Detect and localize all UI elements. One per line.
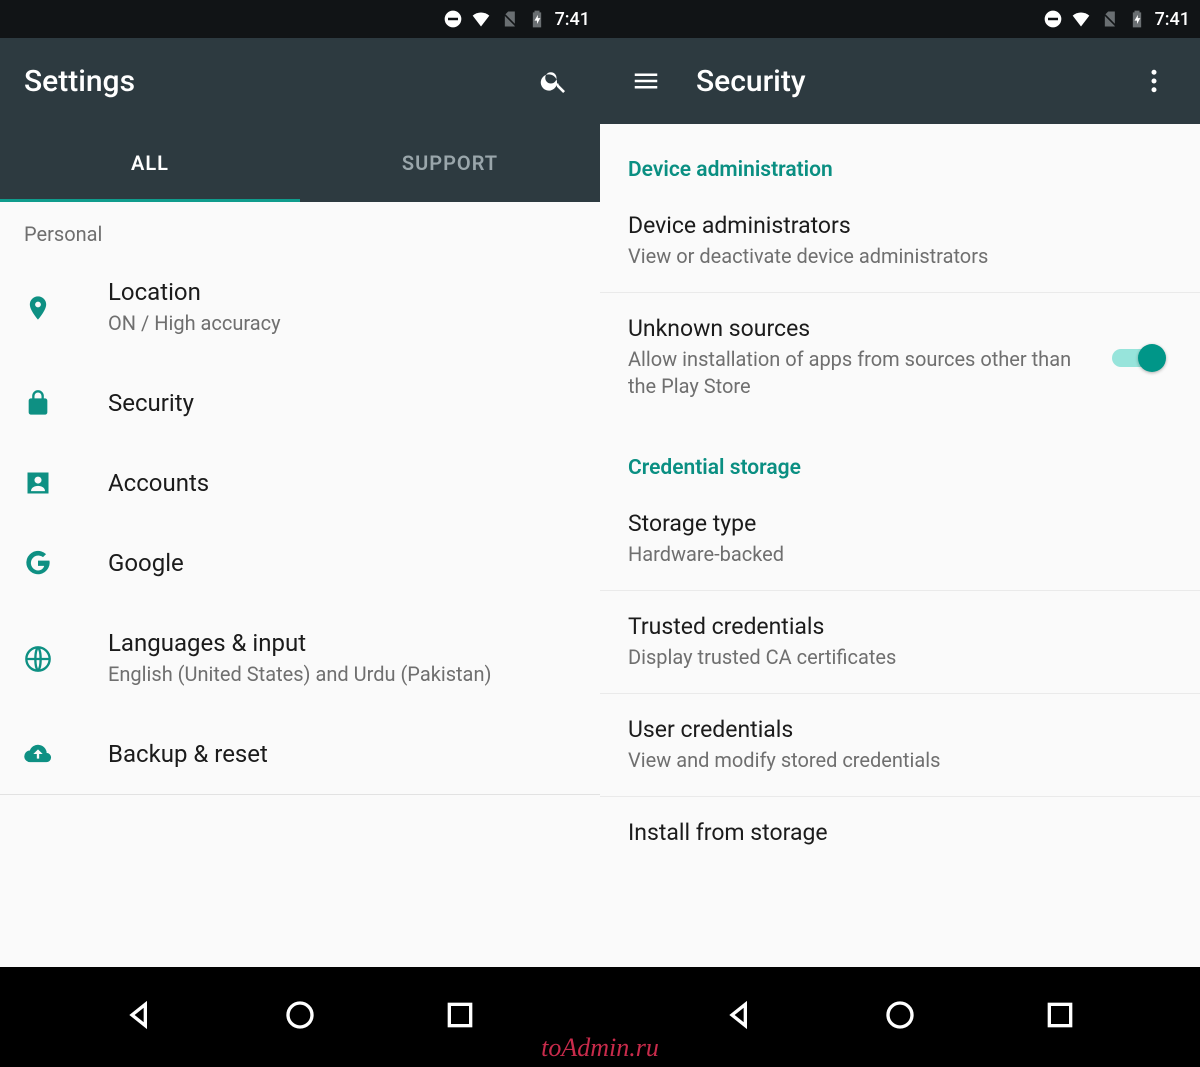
nav-back-button[interactable] — [124, 999, 156, 1035]
item-label: Install from storage — [628, 819, 1172, 846]
recents-icon — [1044, 999, 1076, 1031]
item-sub: View or deactivate device administrators — [628, 243, 1172, 270]
tabs: ALL SUPPORT — [0, 124, 600, 202]
home-icon — [884, 999, 916, 1031]
wifi-icon — [1071, 9, 1091, 29]
menu-button[interactable] — [624, 59, 668, 103]
item-location[interactable]: Location ON / High accuracy — [0, 252, 600, 363]
item-storage-type[interactable]: Storage type Hardware-backed — [600, 488, 1200, 591]
item-backup[interactable]: Backup & reset — [0, 714, 600, 794]
wifi-icon — [471, 9, 491, 29]
lock-icon — [24, 389, 52, 417]
item-label: Backup & reset — [108, 740, 576, 768]
back-icon — [124, 999, 156, 1031]
section-device-administration: Device administration — [600, 124, 1200, 190]
recents-icon — [444, 999, 476, 1031]
item-sub: View and modify stored credentials — [628, 747, 1172, 774]
account-icon — [24, 469, 52, 497]
dnd-icon — [1043, 9, 1063, 29]
section-credential-storage: Credential storage — [600, 422, 1200, 488]
navigation-bar: toAdmin.ru — [0, 967, 1200, 1067]
location-icon — [24, 294, 52, 322]
page-title: Security — [696, 64, 1104, 99]
tab-support[interactable]: SUPPORT — [300, 124, 600, 202]
item-unknown-sources[interactable]: Unknown sources Allow installation of ap… — [600, 293, 1200, 422]
nav-recents-button[interactable] — [444, 999, 476, 1035]
page-title: Settings — [24, 64, 504, 99]
item-label: Trusted credentials — [628, 613, 1172, 640]
tab-all[interactable]: ALL — [0, 124, 300, 202]
screen-settings: 7:41 Settings ALL SUPPORT Personal Locat… — [0, 0, 600, 967]
item-security[interactable]: Security — [0, 363, 600, 443]
security-list: Device administration Device administrat… — [600, 124, 1200, 967]
item-languages[interactable]: Languages & input English (United States… — [0, 603, 600, 714]
item-label: Storage type — [628, 510, 1172, 537]
hamburger-icon — [631, 66, 661, 96]
divider — [0, 794, 600, 795]
battery-icon — [1127, 9, 1147, 29]
item-label: Security — [108, 389, 576, 417]
item-device-administrators[interactable]: Device administrators View or deactivate… — [600, 190, 1200, 293]
item-google[interactable]: Google — [0, 523, 600, 603]
google-icon — [24, 549, 52, 577]
nav-back-button[interactable] — [724, 999, 756, 1035]
item-sub: English (United States) and Urdu (Pakist… — [108, 661, 576, 688]
item-label: User credentials — [628, 716, 1172, 743]
item-label: Device administrators — [628, 212, 1172, 239]
search-icon — [539, 66, 569, 96]
search-button[interactable] — [532, 59, 576, 103]
nav-home-button[interactable] — [284, 999, 316, 1035]
clock: 7:41 — [555, 9, 590, 30]
status-bar: 7:41 — [600, 0, 1200, 38]
item-accounts[interactable]: Accounts — [0, 443, 600, 523]
item-label: Google — [108, 549, 576, 577]
clock: 7:41 — [1155, 9, 1190, 30]
item-trusted-credentials[interactable]: Trusted credentials Display trusted CA c… — [600, 591, 1200, 694]
item-sub: Display trusted CA certificates — [628, 644, 1172, 671]
appbar-security: Security — [600, 38, 1200, 124]
item-label: Unknown sources — [628, 315, 1096, 342]
status-bar: 7:41 — [0, 0, 600, 38]
globe-icon — [24, 645, 52, 673]
home-icon — [284, 999, 316, 1031]
item-sub: Hardware-backed — [628, 541, 1172, 568]
item-sub: ON / High accuracy — [108, 310, 576, 337]
nav-home-button[interactable] — [884, 999, 916, 1035]
overflow-button[interactable] — [1132, 59, 1176, 103]
no-sim-icon — [499, 9, 519, 29]
settings-list: Personal Location ON / High accuracy Sec… — [0, 202, 600, 967]
more-vert-icon — [1139, 66, 1169, 96]
item-install-from-storage[interactable]: Install from storage — [600, 797, 1200, 868]
category-personal: Personal — [0, 202, 600, 252]
no-sim-icon — [1099, 9, 1119, 29]
item-label: Location — [108, 278, 576, 306]
unknown-sources-toggle[interactable] — [1112, 345, 1164, 371]
battery-icon — [527, 9, 547, 29]
item-label: Languages & input — [108, 629, 576, 657]
back-icon — [724, 999, 756, 1031]
nav-recents-button[interactable] — [1044, 999, 1076, 1035]
screen-security: 7:41 Security Device administration Devi… — [600, 0, 1200, 967]
appbar-settings: Settings ALL SUPPORT — [0, 38, 600, 202]
item-sub: Allow installation of apps from sources … — [628, 346, 1096, 400]
backup-icon — [24, 740, 52, 768]
dnd-icon — [443, 9, 463, 29]
item-label: Accounts — [108, 469, 576, 497]
item-user-credentials[interactable]: User credentials View and modify stored … — [600, 694, 1200, 797]
